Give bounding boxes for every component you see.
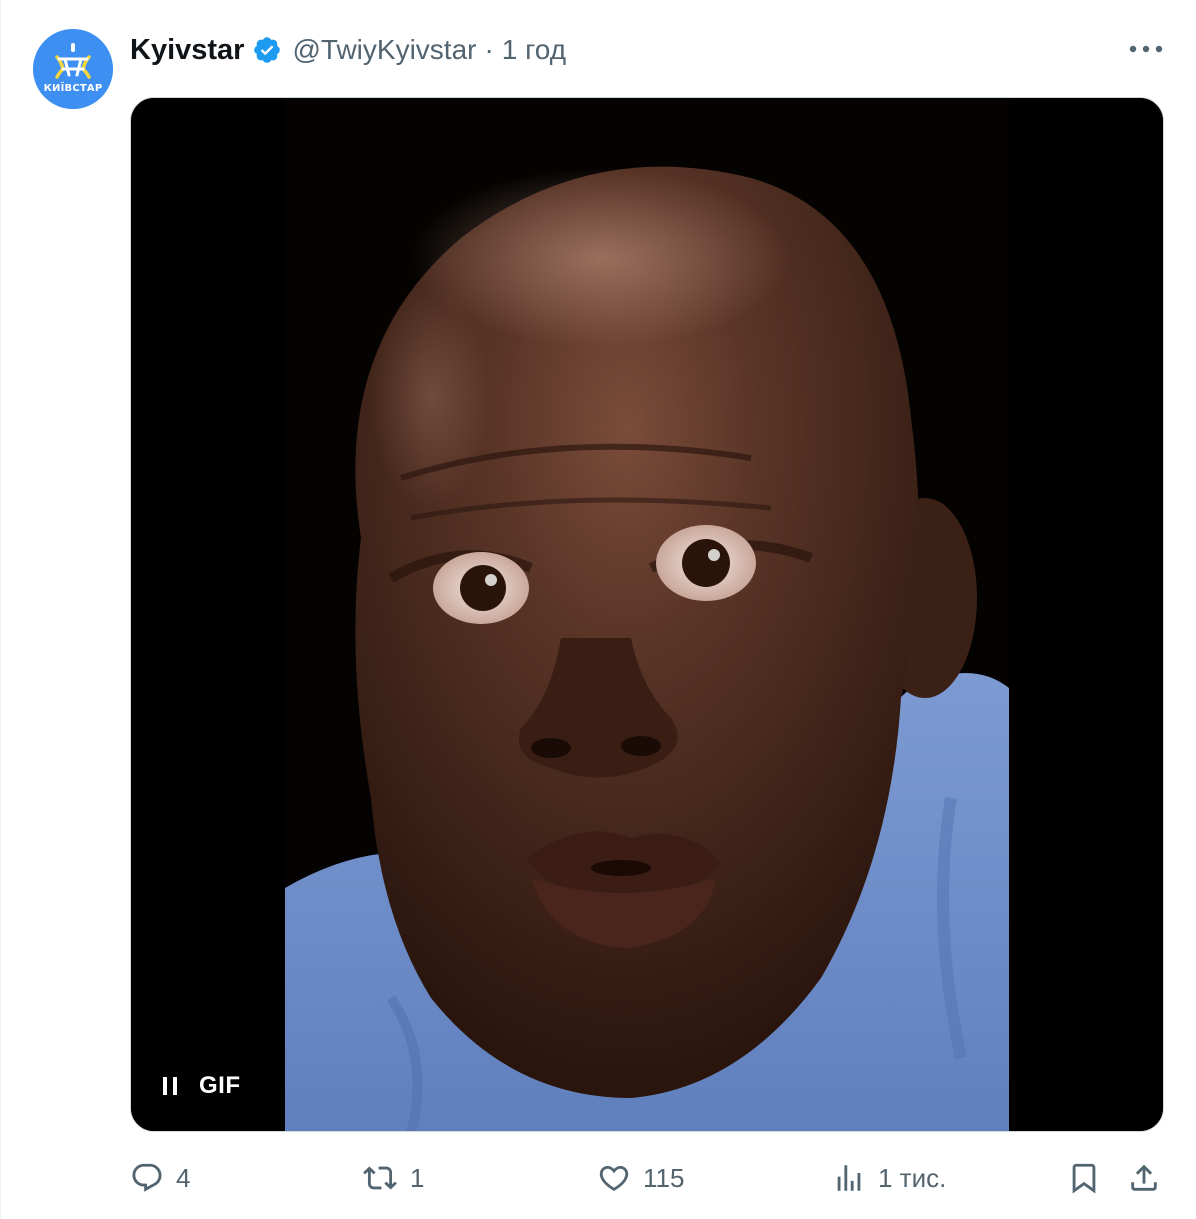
gif-label: GIF [199,1072,241,1099]
bookmark-button[interactable] [1067,1150,1101,1206]
verified-badge-icon[interactable] [252,35,282,65]
views-button[interactable]: 1 тис. [832,1150,946,1206]
tweet-timestamp[interactable]: 1 год [502,34,566,66]
like-count: 115 [643,1162,685,1193]
timeline-divider [0,0,1,1219]
gif-controls: GIF [161,1070,241,1102]
share-button[interactable] [1127,1150,1161,1206]
like-button[interactable]: 115 [597,1150,684,1206]
separator-dot: · [484,34,494,65]
avatar-label: КИЇВСТАР [43,83,103,94]
tweet-header: Kyivstar @TwiyKyivstar · 1 год [130,30,566,70]
like-icon [597,1161,631,1195]
views-count: 1 тис. [878,1162,947,1193]
reply-icon [130,1161,164,1195]
avatar[interactable]: КИЇВСТАР [33,29,113,109]
author-handle[interactable]: @TwiyKyivstar [292,34,476,66]
gif-media[interactable]: GIF [130,97,1164,1132]
repost-count: 1 [410,1162,425,1193]
reply-button[interactable]: 4 [130,1150,190,1206]
action-bar: 4 1 115 1 тис. [0,1150,1196,1206]
more-icon[interactable] [1126,36,1166,62]
display-name[interactable]: Kyivstar [130,34,244,67]
reply-count: 4 [176,1162,191,1193]
pause-icon[interactable] [161,1075,179,1097]
repost-icon [362,1161,398,1195]
bookmark-icon [1067,1161,1101,1195]
gif-frame-image [131,98,1163,1131]
views-icon [832,1161,866,1195]
repost-button[interactable]: 1 [362,1150,424,1206]
kyivstar-logo-icon [33,29,113,109]
share-icon [1127,1161,1161,1195]
